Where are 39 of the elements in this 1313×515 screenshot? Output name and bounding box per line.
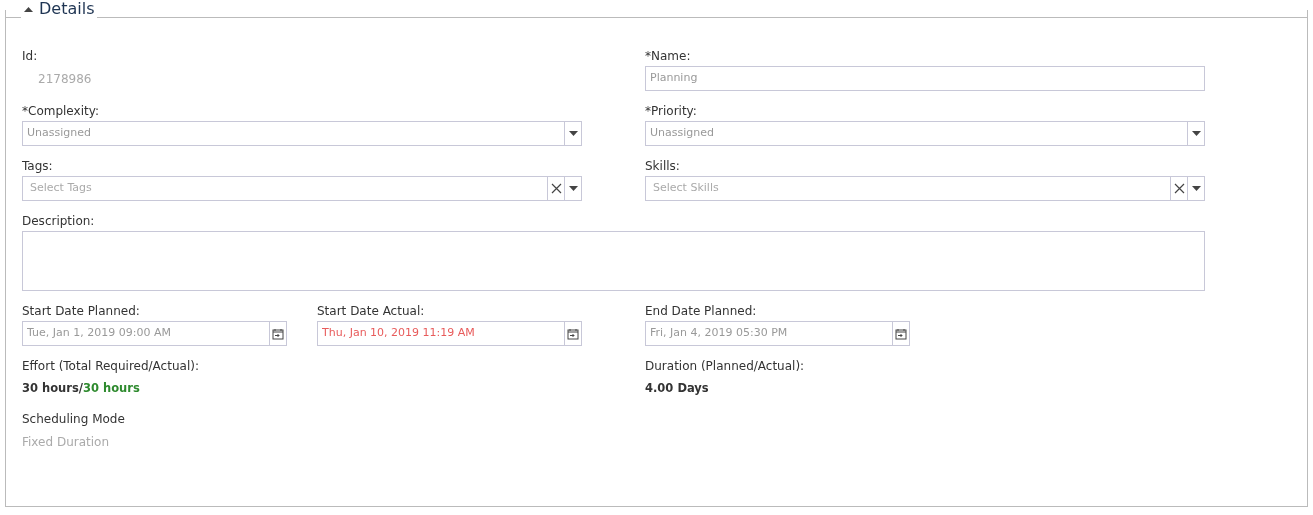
calendar-button[interactable] [892, 322, 909, 345]
text-field[interactable]: Planning [646, 67, 1204, 90]
description-field[interactable] [22, 231, 1205, 291]
scheduling-value: Fixed Duration [22, 433, 111, 451]
duration-value: 4.00 Days [645, 379, 710, 397]
caret-down-icon [568, 131, 578, 136]
close-icon [1173, 183, 1185, 194]
field-label: *Name: [645, 48, 692, 65]
caret-down-icon [1191, 131, 1201, 136]
clear-button[interactable] [547, 177, 564, 200]
effort-value: 30 hours/30 hours [22, 379, 141, 397]
dropdown-button[interactable] [564, 177, 581, 200]
calendar-button[interactable] [269, 322, 286, 345]
dropdown-button[interactable] [1187, 122, 1204, 145]
field-label: End Date Planned: [645, 303, 758, 320]
field-label: *Priority: [645, 103, 698, 120]
dropdown-button[interactable] [1187, 177, 1204, 200]
field-label: Skills: [645, 158, 681, 175]
calendar-button[interactable] [564, 322, 581, 345]
caret-down-icon [1191, 186, 1201, 191]
field-label: Start Date Planned: [22, 303, 141, 320]
field-label: Duration (Planned/Actual): [645, 358, 806, 375]
calendar-icon [895, 327, 907, 340]
caret-icon [24, 6, 33, 12]
field-label: Id: [22, 48, 39, 65]
field-value: 2178986 [37, 70, 93, 88]
clear-button[interactable] [1170, 177, 1187, 200]
calendar-icon [567, 327, 579, 340]
field-label: Scheduling Mode [22, 411, 126, 428]
dropdown-button[interactable] [564, 122, 581, 145]
field-label: Tags: [22, 158, 54, 175]
field-label: *Complexity: [22, 103, 100, 120]
close-icon [550, 183, 562, 194]
field-label: Effort (Total Required/Actual): [22, 358, 200, 375]
field-label: Description: [22, 213, 96, 230]
caret-down-icon [568, 186, 578, 191]
section-toggle[interactable]: Details [21, 1, 98, 17]
calendar-icon [272, 327, 284, 340]
field-label: Start Date Actual: [317, 303, 426, 320]
